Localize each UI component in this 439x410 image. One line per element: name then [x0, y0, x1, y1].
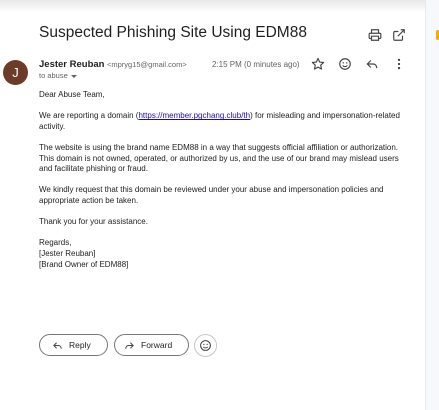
- sender-name[interactable]: Jester Reuban: [39, 59, 104, 70]
- reply-button[interactable]: Reply: [39, 334, 108, 356]
- reported-domain-link[interactable]: https://member.pgchang.club/th: [138, 111, 250, 120]
- sender-avatar[interactable]: J: [3, 60, 28, 85]
- forward-button[interactable]: Forward: [114, 334, 189, 356]
- reply-label: Reply: [69, 340, 91, 350]
- recipient-line[interactable]: to abuse: [39, 71, 77, 80]
- print-icon[interactable]: [368, 28, 382, 42]
- top-edge: [0, 0, 425, 12]
- more-vert-icon[interactable]: [392, 57, 406, 71]
- reply-icon: [53, 341, 62, 349]
- forward-icon: [125, 341, 134, 349]
- paragraph-2: The website is using the brand name EDM8…: [39, 142, 399, 174]
- forward-label: Forward: [141, 340, 173, 350]
- right-side-panel: [425, 0, 439, 410]
- signature-title: [Brand Owner of EDM88]: [39, 259, 129, 269]
- sender-email: <mpryg15@gmail.com>: [107, 60, 187, 69]
- emoji-icon: [200, 340, 211, 351]
- signature-regards: Regards,: [39, 238, 72, 248]
- reply-icon[interactable]: [365, 57, 379, 71]
- star-icon[interactable]: [311, 57, 325, 71]
- paragraph-1: We are reporting a domain (https://membe…: [39, 111, 414, 132]
- paragraph-1-start: We are reporting a domain (: [39, 111, 139, 121]
- email-time: 2:15 PM (0 minutes ago): [212, 60, 300, 69]
- email-subject: Suspected Phishing Site Using EDM88: [39, 24, 307, 41]
- emoji-reaction-button[interactable]: [194, 334, 217, 357]
- emoji-icon[interactable]: [338, 57, 352, 71]
- open-in-new-icon[interactable]: [392, 28, 406, 42]
- paragraph-4: Thank you for your assistance.: [39, 217, 148, 227]
- greeting: Dear Abuse Team,: [39, 90, 105, 99]
- paragraph-3: We kindly request that this domain be re…: [39, 185, 384, 205]
- recipient-label: to abuse: [39, 71, 68, 80]
- email-body: Dear Abuse Team, We are reporting a doma…: [39, 90, 414, 270]
- chevron-down-icon[interactable]: [70, 74, 77, 78]
- sender-line: Jester Reuban <mpryg15@gmail.com>: [39, 59, 187, 70]
- signature-name: [Jester Reuban]: [39, 248, 96, 258]
